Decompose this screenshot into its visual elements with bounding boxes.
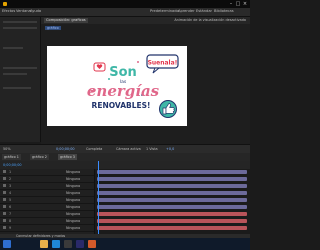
layer-bar[interactable]	[97, 184, 247, 188]
viewer-status-message: Animación de la visualización desactivad…	[174, 18, 246, 22]
artwork-son: Son	[109, 65, 137, 80]
layer-bar[interactable]	[97, 198, 247, 202]
panel-row[interactable]	[3, 73, 27, 75]
visibility-icon[interactable]	[3, 191, 6, 194]
layer-bar[interactable]	[97, 219, 247, 223]
layer-row[interactable]: 1 Ninguno	[0, 169, 94, 176]
layer-bar[interactable]	[97, 226, 247, 230]
menu-bar: Efectos Ventana Ayuda Predeterminado Apr…	[0, 8, 250, 17]
layer-row[interactable]: 6 Ninguno	[0, 204, 94, 211]
artwork-renovables: RENOVABLES!	[92, 101, 151, 110]
composition-canvas[interactable]: Suenala! Son las energías RENOVABLES!	[47, 46, 187, 126]
visibility-icon[interactable]	[3, 219, 6, 222]
workspace-bibliotecas[interactable]: Bibliotecas	[214, 9, 234, 13]
panel-row[interactable]	[3, 87, 31, 89]
camera-select[interactable]: Cámara activa	[116, 147, 141, 151]
zoom-select[interactable]: 50%	[3, 147, 11, 151]
panel-row[interactable]	[3, 47, 23, 49]
layer-bar[interactable]	[97, 170, 247, 174]
start-icon[interactable]	[3, 240, 11, 248]
project-panel	[0, 17, 41, 142]
layer-row[interactable]: 4 Ninguno	[0, 190, 94, 197]
resolution-select[interactable]: Completa	[86, 147, 102, 151]
close-icon[interactable]: ×	[242, 1, 248, 7]
taskbar	[0, 238, 250, 250]
browser-icon[interactable]	[52, 240, 60, 248]
thumbs-up-icon	[159, 100, 177, 118]
layer-bar[interactable]	[97, 205, 247, 209]
panel-row[interactable]	[3, 21, 37, 23]
visibility-icon[interactable]	[3, 226, 6, 229]
menu-item-efectos[interactable]: Efectos	[2, 9, 15, 13]
playhead[interactable]	[98, 161, 99, 234]
layer-row[interactable]: 5 Ninguno	[0, 197, 94, 204]
visibility-icon[interactable]	[3, 184, 6, 187]
after-effects-icon[interactable]	[76, 240, 84, 248]
visibility-icon[interactable]	[3, 198, 6, 201]
layer-bar[interactable]	[97, 177, 247, 181]
file-explorer-icon[interactable]	[40, 240, 48, 248]
tab-timeline-1[interactable]: gráfico 1	[2, 154, 21, 160]
layer-row[interactable]: 7 Ninguno	[0, 211, 94, 218]
timeline-timecode[interactable]: 0;00;00;00	[3, 163, 22, 167]
tab-composition[interactable]: Composición: graficos	[44, 18, 88, 23]
heart-bubble-icon	[93, 62, 106, 72]
layer-row[interactable]: 3 Ninguno	[0, 183, 94, 190]
menu-item-ayuda[interactable]: Ayuda	[30, 9, 41, 13]
visibility-icon[interactable]	[3, 205, 6, 208]
layer-row[interactable]: 8 Ninguno	[0, 218, 94, 225]
minimize-icon[interactable]: –	[228, 1, 234, 7]
artwork-energias: energías	[87, 82, 160, 100]
workspace-predeterminado[interactable]: Predeterminado	[150, 9, 179, 13]
timeline-tracks	[95, 169, 250, 234]
app-icon[interactable]	[88, 240, 96, 248]
composition-sublabel[interactable]: gráfico	[45, 26, 61, 30]
layer-row[interactable]: 2 Ninguno	[0, 176, 94, 183]
panel-row[interactable]	[3, 67, 37, 69]
layer-bar[interactable]	[97, 191, 247, 195]
bubble-text: Suenala!	[148, 60, 178, 67]
exposure-value[interactable]: +0,0	[166, 147, 174, 151]
workspace-estandar[interactable]: Estándar	[196, 9, 212, 13]
store-icon[interactable]	[64, 240, 72, 248]
visibility-icon[interactable]	[3, 170, 6, 173]
layer-bar[interactable]	[97, 212, 247, 216]
menu-item-ventana[interactable]: Ventana	[16, 9, 31, 13]
status-text[interactable]: Conmutar definidores y modos	[16, 234, 65, 238]
panel-row[interactable]	[3, 27, 37, 29]
decor-dot	[137, 61, 139, 63]
app-logo-icon	[3, 2, 7, 6]
viewer-timecode[interactable]: 0;00;00;00	[56, 147, 75, 151]
tab-timeline-3[interactable]: gráfico 3	[58, 154, 77, 160]
layer-row[interactable]: 9 Ninguno	[0, 225, 94, 232]
maximize-icon[interactable]: □	[235, 1, 241, 7]
artwork-svg: Suenala! Son las energías RENOVABLES!	[87, 54, 179, 118]
workspace-aprender[interactable]: Aprender	[178, 9, 195, 13]
visibility-icon[interactable]	[3, 212, 6, 215]
title-bar: – □ ×	[0, 0, 250, 8]
speech-bubble-icon: Suenala!	[146, 54, 179, 74]
visibility-icon[interactable]	[3, 177, 6, 180]
views-select[interactable]: 1 Vista	[146, 147, 158, 151]
tab-timeline-2[interactable]: gráfico 2	[30, 154, 49, 160]
layer-list: 1 Ninguno 2 Ninguno 3 Ninguno 4 Ninguno 5 Nin…	[0, 169, 95, 234]
